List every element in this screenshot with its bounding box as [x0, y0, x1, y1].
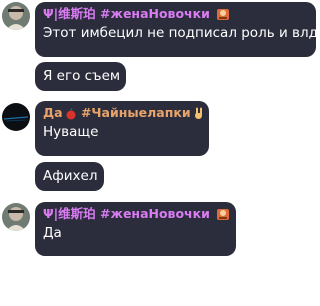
message-text: Этот имбецил не подписал роль и влд: [43, 25, 318, 41]
fruit-icon: [65, 108, 77, 123]
avatar[interactable]: [2, 103, 30, 131]
message-bubble[interactable]: Я его съем: [35, 62, 126, 91]
sticker-icon: [216, 207, 230, 224]
message-bubble[interactable]: Афихел: [35, 162, 104, 191]
avatar[interactable]: [2, 2, 30, 30]
message-text: Нуваще: [43, 124, 99, 140]
avatar-vesper-icon: [2, 2, 30, 30]
rock-hand-icon: [193, 107, 205, 123]
message-bubble[interactable]: Да #Чайныелапки Нуваще: [35, 101, 209, 156]
sticker-icon: [216, 7, 230, 24]
avatar[interactable]: [2, 203, 30, 231]
message-text: Афихел: [43, 168, 98, 184]
message-bubble[interactable]: Ψ|维斯珀 #женаНовочки Да: [35, 202, 236, 256]
author-name[interactable]: Да #Чайныелапки: [43, 105, 202, 123]
avatar-dark-icon: [2, 103, 30, 131]
author-name[interactable]: Ψ|维斯珀 #женаНовочки: [43, 206, 230, 224]
chat-log: Ψ|维斯珀 #женаНовочки Этот имбецил не подпи…: [0, 0, 320, 306]
message-bubble[interactable]: Ψ|维斯珀 #женаНовочки Этот имбецил не подпи…: [35, 2, 318, 57]
message-text: Я его съем: [43, 68, 121, 84]
author-name[interactable]: Ψ|维斯珀 #женаНовочки: [43, 6, 308, 24]
message-text: Да: [43, 225, 62, 241]
avatar-vesper-icon: [2, 203, 30, 231]
